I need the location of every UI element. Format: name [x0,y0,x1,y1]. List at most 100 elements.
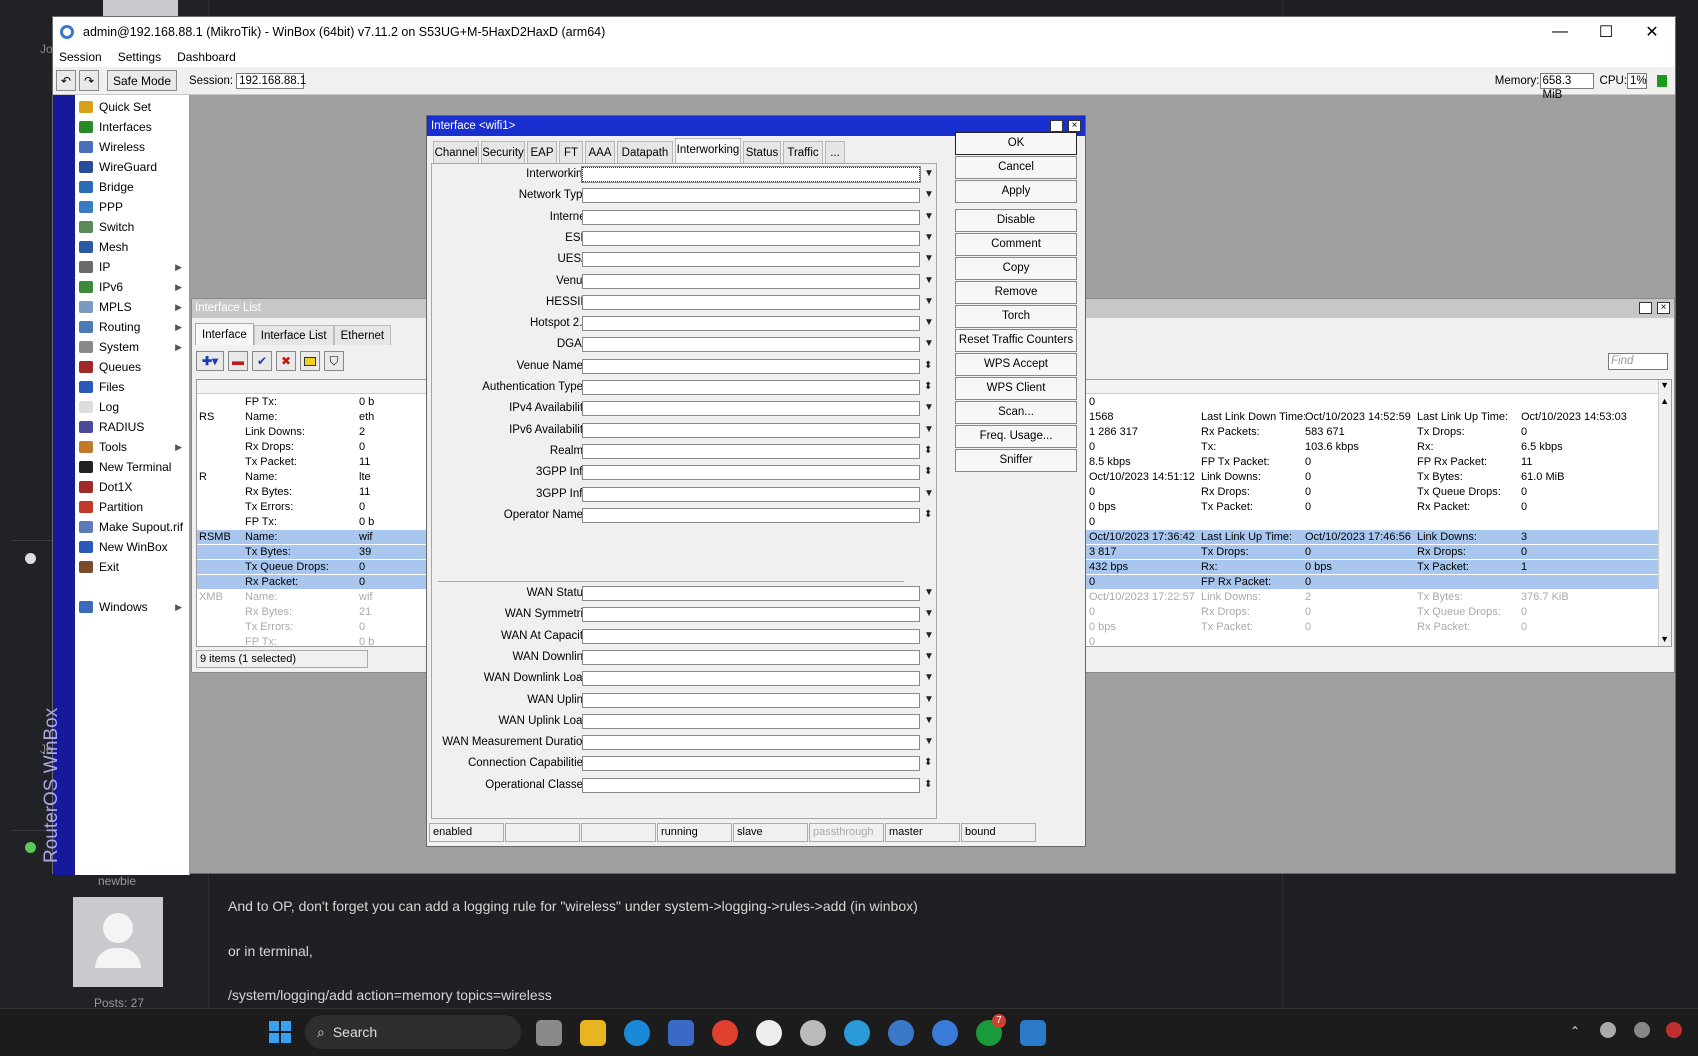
sidebar-item[interactable]: Partition [75,497,190,517]
apply-button[interactable]: Apply [955,180,1077,203]
close-icon[interactable]: × [1068,120,1081,132]
torch-button[interactable]: Torch [955,305,1077,328]
taskbar-search[interactable]: ⌕ Search [305,1015,521,1049]
sidebar-item[interactable]: Log [75,397,190,417]
remove-button[interactable]: ▬ [228,351,248,371]
sidebar-item[interactable]: Mesh [75,237,190,257]
sidebar-item[interactable]: Routing ▶ [75,317,190,337]
dropdown-arrow-icon[interactable]: ⬍ [924,381,932,392]
close-button[interactable]: ✕ [1629,17,1675,47]
tab-datapath[interactable]: Datapath [617,141,673,163]
remove-button[interactable]: Remove [955,281,1077,304]
field-input[interactable] [582,443,920,459]
disable-button[interactable]: ✖ [276,351,296,371]
dropdown-arrow-icon[interactable]: ▼ [924,651,934,662]
scan-button[interactable]: Scan... [955,401,1077,424]
sidebar-item[interactable]: Quick Set [75,97,190,117]
maximize-icon[interactable] [1639,302,1652,314]
close-icon[interactable]: × [1657,302,1670,314]
sidebar-item[interactable]: Bridge [75,177,190,197]
field-input[interactable] [582,507,920,523]
tab-interface-list[interactable]: Interface List [253,325,334,345]
sidebar-item[interactable]: Switch [75,217,190,237]
field-input[interactable] [582,671,920,687]
winbox-taskbar-icon[interactable] [888,1020,914,1046]
sidebar-item[interactable]: Windows ▶ [75,597,190,617]
sidebar-item[interactable]: System ▶ [75,337,190,357]
field-input[interactable] [582,188,920,204]
dropdown-arrow-icon[interactable]: ▼ [924,736,934,747]
scroll-up-icon[interactable]: ▲ [1660,396,1669,406]
dropdown-arrow-icon[interactable]: ▼ [924,189,934,200]
field-input[interactable] [582,401,920,417]
field-input[interactable] [582,628,920,644]
dropdown-arrow-icon[interactable]: ▼ [924,424,934,435]
field-input[interactable] [582,294,920,310]
sidebar-item[interactable]: RADIUS [75,417,190,437]
minimize-button[interactable]: — [1537,17,1583,47]
dropdown-arrow-icon[interactable]: ▼ [924,253,934,264]
sidebar-item[interactable]: Dot1X [75,477,190,497]
chrome-icon[interactable] [712,1020,738,1046]
sidebar-item[interactable]: Tools ▶ [75,437,190,457]
comment-button[interactable] [300,351,320,371]
field-input[interactable] [581,166,921,183]
field-input[interactable] [582,273,920,289]
app-icon[interactable] [756,1020,782,1046]
sidebar-item[interactable]: Exit [75,557,190,577]
field-input[interactable] [582,756,920,772]
database-icon[interactable] [800,1020,826,1046]
wps-client-button[interactable]: WPS Client [955,377,1077,400]
sniffer-button[interactable]: Sniffer [955,449,1077,472]
session-field[interactable]: 192.168.88.1 [236,72,306,89]
dropdown-arrow-icon[interactable]: ▼ [924,488,934,499]
dropdown-arrow-icon[interactable]: ⬍ [924,779,932,790]
tab-security[interactable]: Security [481,141,525,163]
sidebar-item[interactable]: New Terminal [75,457,190,477]
field-input[interactable] [582,692,920,708]
dropdown-arrow-icon[interactable]: ▼ [924,587,934,598]
sidebar-item[interactable]: Make Supout.rif [75,517,190,537]
field-input[interactable] [582,607,920,623]
field-input[interactable] [582,713,920,729]
menu-session[interactable]: Session [59,50,102,64]
field-input[interactable] [582,649,920,665]
field-input[interactable] [582,252,920,268]
sidebar-item[interactable]: New WinBox [75,537,190,557]
menu-settings[interactable]: Settings [118,50,161,64]
dropdown-arrow-icon[interactable]: ▼ [924,694,934,705]
dropdown-arrow-icon[interactable]: ▼ [924,232,934,243]
sidebar-item[interactable]: Queues [75,357,190,377]
tab-ethernet[interactable]: Ethernet [333,325,392,345]
tab-[interactable]: ... [825,141,845,163]
field-input[interactable] [582,586,920,601]
menu-dashboard[interactable]: Dashboard [177,50,236,64]
tab-status[interactable]: Status [743,141,781,163]
reset-traffic-counters-button[interactable]: Reset Traffic Counters [955,329,1077,352]
safe-mode-button[interactable]: Safe Mode [107,70,177,91]
redo-button[interactable]: ↷ [79,70,99,91]
tray-app-icon[interactable] [1634,1022,1650,1038]
enable-button[interactable]: ✔ [252,351,272,371]
edge-icon[interactable] [624,1020,650,1046]
dropdown-arrow-icon[interactable]: ⬍ [924,757,932,768]
freq-usage-button[interactable]: Freq. Usage... [955,425,1077,448]
field-input[interactable] [582,358,920,374]
field-input[interactable] [582,486,920,502]
dropdown-arrow-icon[interactable]: ▼ [924,211,934,222]
dropdown-arrow-icon[interactable]: ▼ [924,608,934,619]
sidebar-item[interactable]: IP ▶ [75,257,190,277]
copy-button[interactable]: Copy [955,257,1077,280]
steam-icon[interactable] [1600,1022,1616,1038]
dropdown-arrow-icon[interactable]: ⬍ [924,466,932,477]
scrollbar[interactable] [1658,380,1671,646]
undo-button[interactable]: ↶ [56,70,76,91]
dropdown-arrow-icon[interactable]: ▼ [924,715,934,726]
dropdown-arrow-icon[interactable]: ▼ [924,317,934,328]
dropdown-arrow-icon[interactable]: ⬍ [924,360,932,371]
store-icon[interactable] [668,1020,694,1046]
tray-chevron-icon[interactable]: ⌃ [1570,1024,1580,1038]
tab-interface[interactable]: Interface [195,323,254,345]
maximize-icon[interactable] [1050,120,1063,132]
field-input[interactable] [582,735,920,751]
